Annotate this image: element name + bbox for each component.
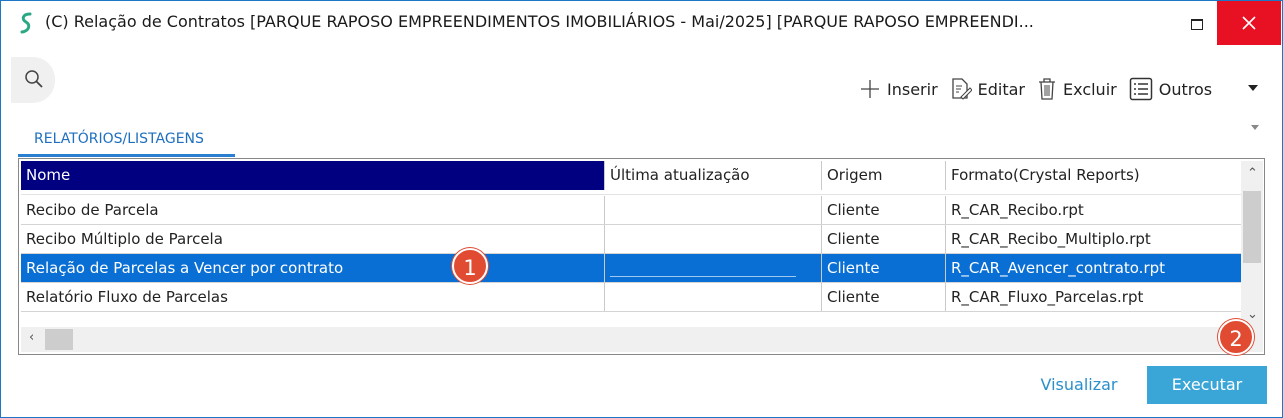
toolbar: Inserir Editar Excluir Outros [859, 75, 1224, 103]
cell-formato: R_CAR_Fluxo_Parcelas.rpt [951, 288, 1144, 306]
reports-grid: Nome Última atualização Origem Formato(C… [18, 158, 1265, 355]
cell-atualizacao [605, 283, 822, 311]
cell-atualizacao [605, 254, 822, 282]
cell-atualizacao [605, 225, 822, 253]
executar-button[interactable]: Executar [1147, 366, 1267, 404]
search-icon [25, 70, 43, 88]
horizontal-scroll-thumb[interactable] [45, 329, 73, 350]
cell-origem: Cliente [822, 196, 946, 224]
table-row[interactable]: Relatório Fluxo de Parcelas Cliente R_CA… [21, 283, 1241, 312]
cell-formato: R_CAR_Recibo.rpt [951, 201, 1084, 219]
table-row[interactable]: Recibo de Parcela Cliente R_CAR_Recibo.r… [21, 196, 1241, 225]
search-button[interactable] [11, 57, 55, 103]
grid-header: Nome Última atualização Origem Formato(C… [21, 161, 1241, 190]
inserir-label: Inserir [887, 79, 938, 99]
cell-origem: Cliente [822, 283, 946, 311]
cell-formato: R_CAR_Recibo_Multiplo.rpt [951, 230, 1151, 248]
annotation-badge-1: 1 [452, 248, 488, 284]
visualizar-button[interactable]: Visualizar [1025, 367, 1133, 403]
trash-icon [1039, 78, 1056, 100]
editar-button[interactable]: Editar [950, 77, 1025, 101]
tab-overflow-chevron-icon[interactable] [1251, 125, 1259, 130]
table-row-selected[interactable]: Relação de Parcelas a Vencer por contrat… [21, 254, 1241, 283]
table-row[interactable]: Recibo Múltiplo de Parcela Cliente R_CAR… [21, 225, 1241, 254]
outros-button[interactable]: Outros [1129, 77, 1212, 101]
vertical-scroll-thumb[interactable] [1243, 191, 1261, 263]
cell-origem: Cliente [822, 225, 946, 253]
chevron-down-icon[interactable] [1248, 85, 1258, 91]
cell-origem: Cliente [822, 254, 946, 282]
cell-formato: R_CAR_Avencer_contrato.rpt [951, 259, 1166, 277]
edit-document-icon [951, 78, 972, 100]
window-title: (C) Relação de Contratos [PARQUE RAPOSO … [45, 12, 1034, 31]
close-button[interactable] [1217, 1, 1281, 45]
app-logo-icon [20, 12, 32, 34]
close-icon [1242, 16, 1256, 30]
scroll-left-icon[interactable]: ‹ [29, 330, 34, 345]
column-header-ultima-atualizacao[interactable]: Última atualização [605, 161, 822, 190]
cell-atualizacao [605, 196, 822, 224]
cell-nome: Relatório Fluxo de Parcelas [21, 283, 605, 311]
editar-label: Editar [977, 79, 1026, 99]
cell-nome: Recibo de Parcela [21, 196, 605, 224]
minimize-button[interactable] [1173, 1, 1217, 45]
list-icon [1129, 77, 1152, 101]
scroll-up-icon[interactable]: ⌃ [1247, 166, 1258, 181]
tab-label: RELATÓRIOS/LISTAGENS [34, 131, 204, 147]
horizontal-scrollbar[interactable]: ‹ [21, 327, 1263, 352]
column-header-origem[interactable]: Origem [822, 161, 946, 190]
report-window: (C) Relação de Contratos [PARQUE RAPOSO … [0, 0, 1283, 418]
excluir-button[interactable]: Excluir [1037, 77, 1117, 101]
tab-active-indicator [18, 154, 235, 157]
title-bar[interactable]: (C) Relação de Contratos [PARQUE RAPOSO … [1, 1, 1282, 45]
focus-indicator [610, 276, 796, 277]
cell-nome: Recibo Múltiplo de Parcela [21, 225, 605, 253]
column-header-formato[interactable]: Formato(Crystal Reports) [946, 161, 1241, 190]
cell-nome: Relação de Parcelas a Vencer por contrat… [21, 254, 605, 282]
plus-icon [861, 80, 879, 98]
excluir-label: Excluir [1063, 79, 1117, 99]
scroll-down-icon[interactable]: ⌄ [1247, 307, 1258, 322]
outros-label: Outros [1158, 79, 1213, 99]
annotation-badge-2: 2 [1218, 319, 1254, 355]
filter-row [21, 190, 1241, 195]
inserir-button[interactable]: Inserir [859, 78, 938, 100]
column-header-nome[interactable]: Nome [21, 161, 605, 190]
vertical-scrollbar[interactable]: ⌃ ⌄ [1241, 161, 1263, 327]
